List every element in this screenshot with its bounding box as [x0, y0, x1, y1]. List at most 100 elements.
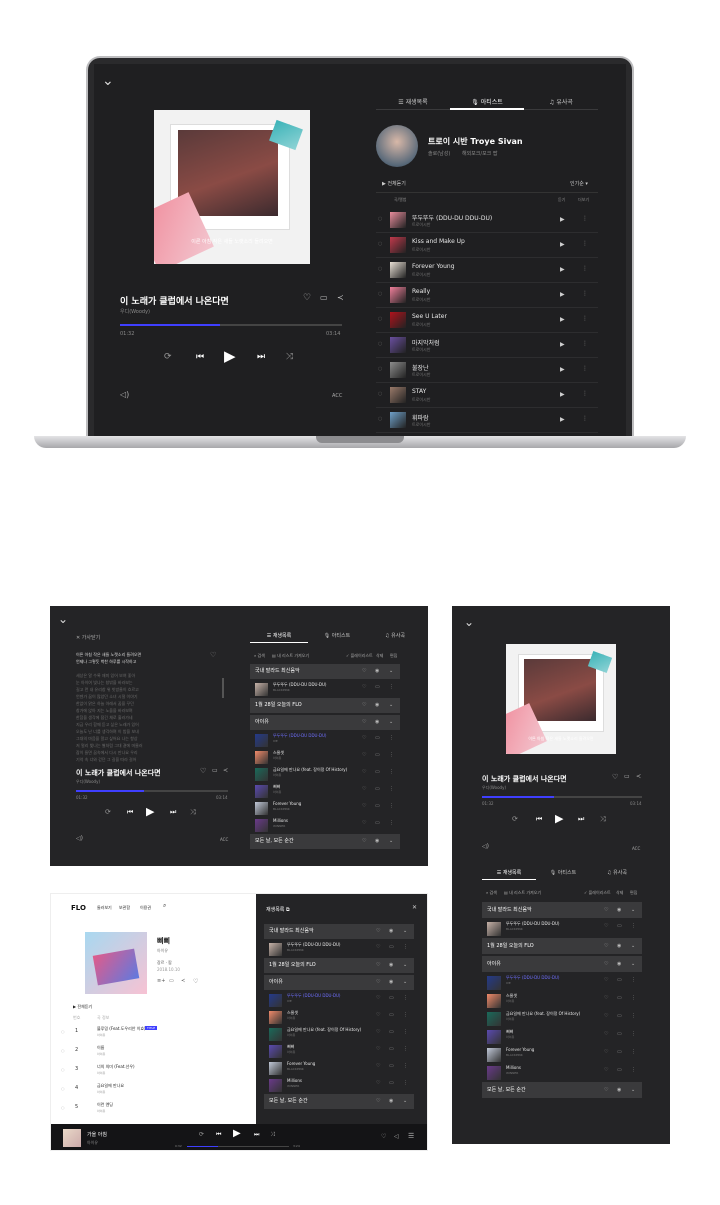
playlist-add-icon[interactable]: ≡+: [157, 979, 165, 984]
heart-icon[interactable]: ♡: [376, 995, 380, 1001]
folder-add-icon[interactable]: ▭: [169, 979, 174, 984]
import-list-button[interactable]: ▤ 내 리스트 가져오기: [504, 890, 541, 896]
chevron-down-icon[interactable]: ⌄: [389, 715, 393, 730]
heart-icon[interactable]: ♡: [604, 1013, 608, 1019]
playlist-group-header[interactable]: 모든 날, 모든 순간 ♡ ◉ ⌄: [482, 1082, 642, 1098]
delete-button[interactable]: 삭제: [616, 890, 623, 896]
heart-icon[interactable]: ♡: [362, 715, 366, 730]
volume-icon[interactable]: ◁): [482, 844, 489, 850]
play-circle-icon[interactable]: ◉: [375, 715, 379, 730]
folder-add-icon[interactable]: ▭: [375, 769, 380, 775]
track-checkbox[interactable]: ○: [378, 391, 382, 397]
more-icon[interactable]: ⋮: [631, 1031, 636, 1037]
more-icon[interactable]: ⋮: [582, 415, 588, 422]
heart-icon[interactable]: ♡: [376, 1063, 380, 1069]
playlist-song-row[interactable]: 스물셋 아이유 ♡ ▭ ⋮: [250, 749, 400, 766]
chevron-down-icon[interactable]: ⌄: [58, 613, 68, 625]
album-track-row[interactable]: ○ 5 이런 엔딩 아이유: [51, 1100, 255, 1118]
more-icon[interactable]: ⋮: [582, 290, 588, 297]
next-icon[interactable]: ⏭: [578, 816, 584, 823]
heart-icon[interactable]: ♡: [604, 977, 608, 983]
more-icon[interactable]: ⋮: [389, 752, 394, 758]
tab-similar[interactable]: ♫ 유사곡: [590, 869, 644, 876]
track-row[interactable]: ○ 마지막처럼 트로이시반 ▶ ⋮: [376, 333, 598, 358]
prev-icon[interactable]: ⏮: [536, 816, 542, 823]
heart-icon[interactable]: ♡: [362, 803, 366, 809]
chevron-down-icon[interactable]: ⌄: [631, 938, 635, 954]
folder-add-icon[interactable]: ▭: [375, 735, 380, 741]
heart-icon[interactable]: ♡: [376, 958, 380, 973]
shuffle-icon[interactable]: ⤨: [600, 816, 606, 823]
more-icon[interactable]: ⋮: [631, 1013, 636, 1019]
track-row[interactable]: ○ 불장난 트로이시반 ▶ ⋮: [376, 358, 598, 383]
volume-icon[interactable]: ◁): [76, 836, 83, 842]
flo-logo[interactable]: FLO: [71, 904, 86, 912]
heart-icon[interactable]: ♡: [604, 902, 608, 918]
more-icon[interactable]: ⋮: [582, 390, 588, 397]
cast-icon[interactable]: ⧉: [286, 907, 290, 913]
nav-browse[interactable]: 둘러보기: [97, 905, 112, 911]
play-icon[interactable]: ▶: [560, 266, 565, 273]
play-icon[interactable]: ▶: [233, 1129, 241, 1139]
heart-icon[interactable]: ♡: [362, 820, 366, 826]
search-button[interactable]: ⌕ 검색: [254, 653, 265, 659]
playlist-group-header[interactable]: 1월 28일 오늘의 FLO ♡ ◉ ⌄: [264, 958, 414, 973]
play-circle-icon[interactable]: ◉: [375, 834, 379, 849]
heart-icon[interactable]: ♡: [362, 698, 366, 713]
playlist-song-row[interactable]: 삐삐 아이유 ♡ ▭ ⋮: [264, 1043, 414, 1060]
track-row[interactable]: ○ Really 트로이시반 ▶ ⋮: [376, 283, 598, 308]
more-icon[interactable]: ⋮: [582, 315, 588, 322]
track-checkbox[interactable]: ○: [378, 341, 382, 347]
album-track-row[interactable]: ○ 2 이름 아이유: [51, 1043, 255, 1061]
play-circle-icon[interactable]: ◉: [617, 1082, 621, 1098]
play-circle-icon[interactable]: ◉: [389, 958, 393, 973]
next-icon[interactable]: ⏭: [254, 1132, 259, 1138]
share-icon[interactable]: ≺: [181, 979, 185, 984]
chevron-down-icon[interactable]: ⌄: [403, 958, 407, 973]
more-icon[interactable]: ⋮: [403, 1029, 408, 1035]
playlist-song-row[interactable]: Forever Young BLACKPINK ♡ ▭ ⋮: [250, 800, 400, 817]
folder-add-icon[interactable]: ▭: [389, 944, 394, 950]
folder-add-icon[interactable]: ▭: [617, 977, 622, 983]
repeat-icon[interactable]: ⟳: [164, 353, 172, 362]
more-icon[interactable]: ⋮: [582, 365, 588, 372]
playlist-song-row[interactable]: 뚜두뚜두 (DDU-DU DDU-DU) BLACKPINK ♡ ▭ ⋮: [250, 681, 400, 698]
playlist-group-header[interactable]: 모든 날, 모든 순간 ♡ ◉ ⌄: [250, 834, 400, 849]
edit-button[interactable]: 편집: [630, 890, 637, 896]
track-row[interactable]: ○ Forever Young 트로이시반 ▶ ⋮: [376, 258, 598, 283]
shuffle-icon[interactable]: ⤨: [286, 353, 293, 362]
chevron-down-icon[interactable]: ⌄: [403, 924, 407, 939]
tab-similar[interactable]: ♫ 유사곡: [524, 97, 598, 106]
chevron-down-icon[interactable]: ⌄: [403, 1094, 407, 1109]
play-icon[interactable]: ▶: [146, 806, 154, 817]
playlist-song-row[interactable]: 뚜두뚜두 (DDU-DU DDU-DU) BLACKPINK ♡ ▭ ⋮: [482, 920, 642, 938]
heart-icon[interactable]: ♡: [604, 1067, 608, 1073]
tab-artist[interactable]: 🎙 아티스트: [450, 97, 524, 106]
playlist-song-row[interactable]: 스물셋 아이유 ♡ ▭ ⋮: [264, 1009, 414, 1026]
repeat-icon[interactable]: ⟳: [105, 809, 111, 816]
playlist-song-row[interactable]: 뚜두뚜두 (DDU-DU DDU-DU) IVE ♡ ▭ ⋮: [250, 732, 400, 749]
folder-add-icon[interactable]: ▭: [320, 294, 328, 302]
heart-icon[interactable]: ♡: [376, 1080, 380, 1086]
more-icon[interactable]: ⋮: [631, 1067, 636, 1073]
folder-add-icon[interactable]: ▭: [375, 684, 380, 690]
heart-icon[interactable]: ♡: [604, 956, 608, 972]
play-circle-icon[interactable]: ◉: [617, 956, 621, 972]
acc-toggle[interactable]: ACC: [220, 837, 228, 842]
playlist-song-row[interactable]: Forever Young BLACKPINK ♡ ▭ ⋮: [264, 1060, 414, 1077]
track-checkbox[interactable]: ○: [378, 216, 382, 222]
more-icon[interactable]: ⋮: [582, 265, 588, 272]
more-icon[interactable]: ⋮: [631, 923, 636, 929]
track-checkbox[interactable]: ○: [61, 1086, 65, 1091]
folder-add-icon[interactable]: ▭: [617, 995, 622, 1001]
play-icon[interactable]: ▶: [555, 813, 563, 824]
heart-icon[interactable]: ♡: [303, 294, 311, 303]
prev-icon[interactable]: ⏮: [196, 353, 204, 362]
folder-add-icon[interactable]: ▭: [389, 1029, 394, 1035]
play-icon[interactable]: ▶: [560, 316, 565, 323]
heart-icon[interactable]: ♡: [604, 1031, 608, 1037]
tab-artist[interactable]: 🎙 아티스트: [308, 632, 366, 639]
search-icon[interactable]: ⌕: [163, 903, 166, 909]
folder-add-icon[interactable]: ▭: [375, 752, 380, 758]
acc-toggle[interactable]: ACC: [332, 393, 342, 399]
